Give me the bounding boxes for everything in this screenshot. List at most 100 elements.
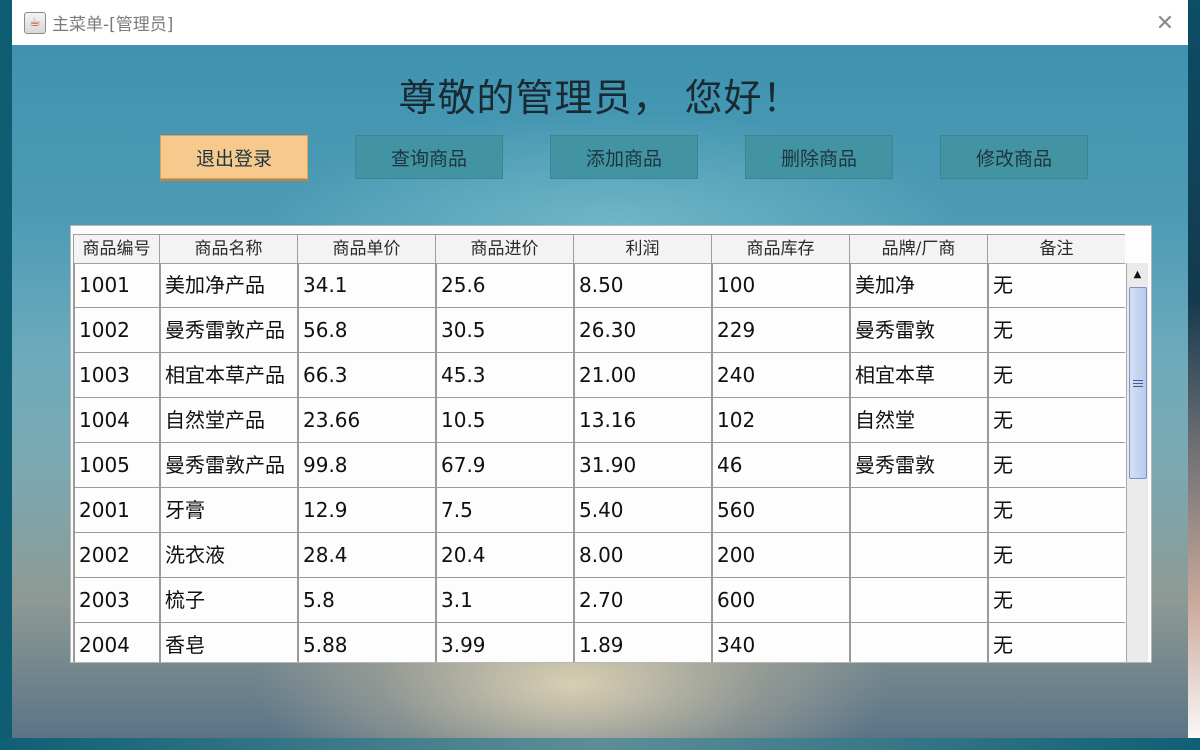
scroll-thumb[interactable] — [1129, 287, 1147, 479]
table-cell[interactable]: 10.5 — [435, 398, 573, 442]
table-cell[interactable]: 无 — [987, 443, 1125, 487]
table-cell[interactable]: 曼秀雷敦 — [849, 308, 987, 352]
table-cell[interactable]: 23.66 — [297, 398, 435, 442]
table-cell[interactable]: 34.1 — [297, 263, 435, 307]
table-cell[interactable]: 无 — [987, 578, 1125, 622]
table-cell[interactable]: 21.00 — [573, 353, 711, 397]
table-cell[interactable]: 7.5 — [435, 488, 573, 532]
table-cell[interactable]: 美加净 — [849, 263, 987, 307]
table-cell[interactable]: 5.40 — [573, 488, 711, 532]
add-product-button[interactable]: 添加商品 — [550, 135, 698, 179]
table-cell[interactable]: 1003 — [73, 353, 159, 397]
table-cell[interactable]: 无 — [987, 533, 1125, 577]
table-cell[interactable]: 600 — [711, 578, 849, 622]
table-cell[interactable]: 无 — [987, 263, 1125, 307]
table-cell[interactable]: 13.16 — [573, 398, 711, 442]
table-cell[interactable]: 66.3 — [297, 353, 435, 397]
table-cell[interactable]: 相宜本草产品 — [159, 353, 297, 397]
query-product-button[interactable]: 查询商品 — [355, 135, 503, 179]
logout-button[interactable]: 退出登录 — [160, 135, 308, 179]
table-cell[interactable]: 梳子 — [159, 578, 297, 622]
header-col-stock[interactable]: 商品库存 — [711, 235, 849, 263]
table-row[interactable]: 2002 洗衣液 28.4 20.4 8.00 200 无 — [73, 533, 1125, 578]
table-cell[interactable]: 1001 — [73, 263, 159, 307]
table-cell[interactable]: 28.4 — [297, 533, 435, 577]
table-cell[interactable]: 1005 — [73, 443, 159, 487]
header-col-brand[interactable]: 品牌/厂商 — [849, 235, 987, 263]
table-cell[interactable] — [849, 623, 987, 662]
table-cell[interactable]: 曼秀雷敦产品 — [159, 443, 297, 487]
table-cell[interactable]: 99.8 — [297, 443, 435, 487]
table-row[interactable]: 2004 香皂 5.88 3.99 1.89 340 无 — [73, 623, 1125, 662]
table-row[interactable]: 2001 牙膏 12.9 7.5 5.40 560 无 — [73, 488, 1125, 533]
header-col-price[interactable]: 商品单价 — [297, 235, 435, 263]
table-cell[interactable]: 8.50 — [573, 263, 711, 307]
close-icon[interactable]: ✕ — [1152, 10, 1178, 36]
table-cell[interactable]: 45.3 — [435, 353, 573, 397]
table-cell[interactable]: 2004 — [73, 623, 159, 662]
table-cell[interactable] — [849, 578, 987, 622]
table-cell[interactable]: 5.88 — [297, 623, 435, 662]
table-cell[interactable]: 200 — [711, 533, 849, 577]
table-cell[interactable]: 5.8 — [297, 578, 435, 622]
table-cell[interactable] — [849, 533, 987, 577]
table-cell[interactable]: 46 — [711, 443, 849, 487]
table-cell[interactable]: 自然堂 — [849, 398, 987, 442]
table-cell[interactable]: 8.00 — [573, 533, 711, 577]
table-cell[interactable]: 2001 — [73, 488, 159, 532]
table-cell[interactable]: 3.1 — [435, 578, 573, 622]
delete-product-button[interactable]: 删除商品 — [745, 135, 893, 179]
table-cell[interactable]: 美加净产品 — [159, 263, 297, 307]
table-cell[interactable]: 56.8 — [297, 308, 435, 352]
table-cell[interactable]: 无 — [987, 308, 1125, 352]
header-col-profit[interactable]: 利润 — [573, 235, 711, 263]
table-body[interactable]: 1001 美加净产品 34.1 25.6 8.50 100 美加净无 1002 曼秀雷敦产品 56… — [73, 263, 1125, 662]
table-cell[interactable]: 26.30 — [573, 308, 711, 352]
table-cell[interactable]: 240 — [711, 353, 849, 397]
table-cell[interactable]: 12.9 — [297, 488, 435, 532]
table-row[interactable]: 2003 梳子 5.8 3.1 2.70 600 无 — [73, 578, 1125, 623]
modify-product-button[interactable]: 修改商品 — [940, 135, 1088, 179]
table-cell[interactable]: 牙膏 — [159, 488, 297, 532]
header-col-name[interactable]: 商品名称 — [159, 235, 297, 263]
table-cell[interactable]: 1.89 — [573, 623, 711, 662]
table-cell[interactable]: 1002 — [73, 308, 159, 352]
table-row[interactable]: 1005 曼秀雷敦产品 99.8 67.9 31.90 46 曼秀雷敦无 — [73, 443, 1125, 488]
table-cell[interactable]: 无 — [987, 353, 1125, 397]
table-cell[interactable]: 25.6 — [435, 263, 573, 307]
table-cell[interactable]: 相宜本草 — [849, 353, 987, 397]
table-cell[interactable]: 20.4 — [435, 533, 573, 577]
table-cell[interactable]: 香皂 — [159, 623, 297, 662]
table-row[interactable]: 1002 曼秀雷敦产品 56.8 30.5 26.30 229 曼秀雷敦无 — [73, 308, 1125, 353]
table-cell[interactable]: 31.90 — [573, 443, 711, 487]
table-row[interactable]: 1003 相宜本草产品 66.3 45.3 21.00 240 相宜本草无 — [73, 353, 1125, 398]
table-cell[interactable]: 2002 — [73, 533, 159, 577]
table-cell[interactable]: 无 — [987, 488, 1125, 532]
table-cell[interactable]: 无 — [987, 398, 1125, 442]
table-cell[interactable]: 100 — [711, 263, 849, 307]
header-col-id[interactable]: 商品编号 — [73, 235, 159, 263]
table-cell[interactable]: 102 — [711, 398, 849, 442]
table-cell[interactable]: 340 — [711, 623, 849, 662]
header-col-cost[interactable]: 商品进价 — [435, 235, 573, 263]
table-row[interactable]: 1001 美加净产品 34.1 25.6 8.50 100 美加净无 — [73, 263, 1125, 308]
table-cell[interactable]: 229 — [711, 308, 849, 352]
table-cell[interactable]: 30.5 — [435, 308, 573, 352]
table-cell[interactable]: 曼秀雷敦产品 — [159, 308, 297, 352]
scroll-up-icon[interactable]: ▲ — [1127, 263, 1148, 285]
table-cell[interactable]: 洗衣液 — [159, 533, 297, 577]
product-table[interactable]: 商品编号 商品名称 商品单价 商品进价 利润 商品库存 品牌/厂商 备注 1001 美加净产品 3… — [70, 225, 1152, 663]
table-cell[interactable]: 67.9 — [435, 443, 573, 487]
table-cell[interactable]: 2003 — [73, 578, 159, 622]
table-cell[interactable] — [849, 488, 987, 532]
table-cell[interactable]: 无 — [987, 623, 1125, 662]
table-cell[interactable]: 3.99 — [435, 623, 573, 662]
table-cell[interactable]: 曼秀雷敦 — [849, 443, 987, 487]
vertical-scrollbar[interactable]: ▲ — [1126, 263, 1148, 662]
table-cell[interactable]: 1004 — [73, 398, 159, 442]
table-cell[interactable]: 2.70 — [573, 578, 711, 622]
header-col-remark[interactable]: 备注 — [987, 235, 1125, 263]
table-row[interactable]: 1004 自然堂产品 23.66 10.5 13.16 102 自然堂无 — [73, 398, 1125, 443]
table-cell[interactable]: 自然堂产品 — [159, 398, 297, 442]
table-cell[interactable]: 560 — [711, 488, 849, 532]
